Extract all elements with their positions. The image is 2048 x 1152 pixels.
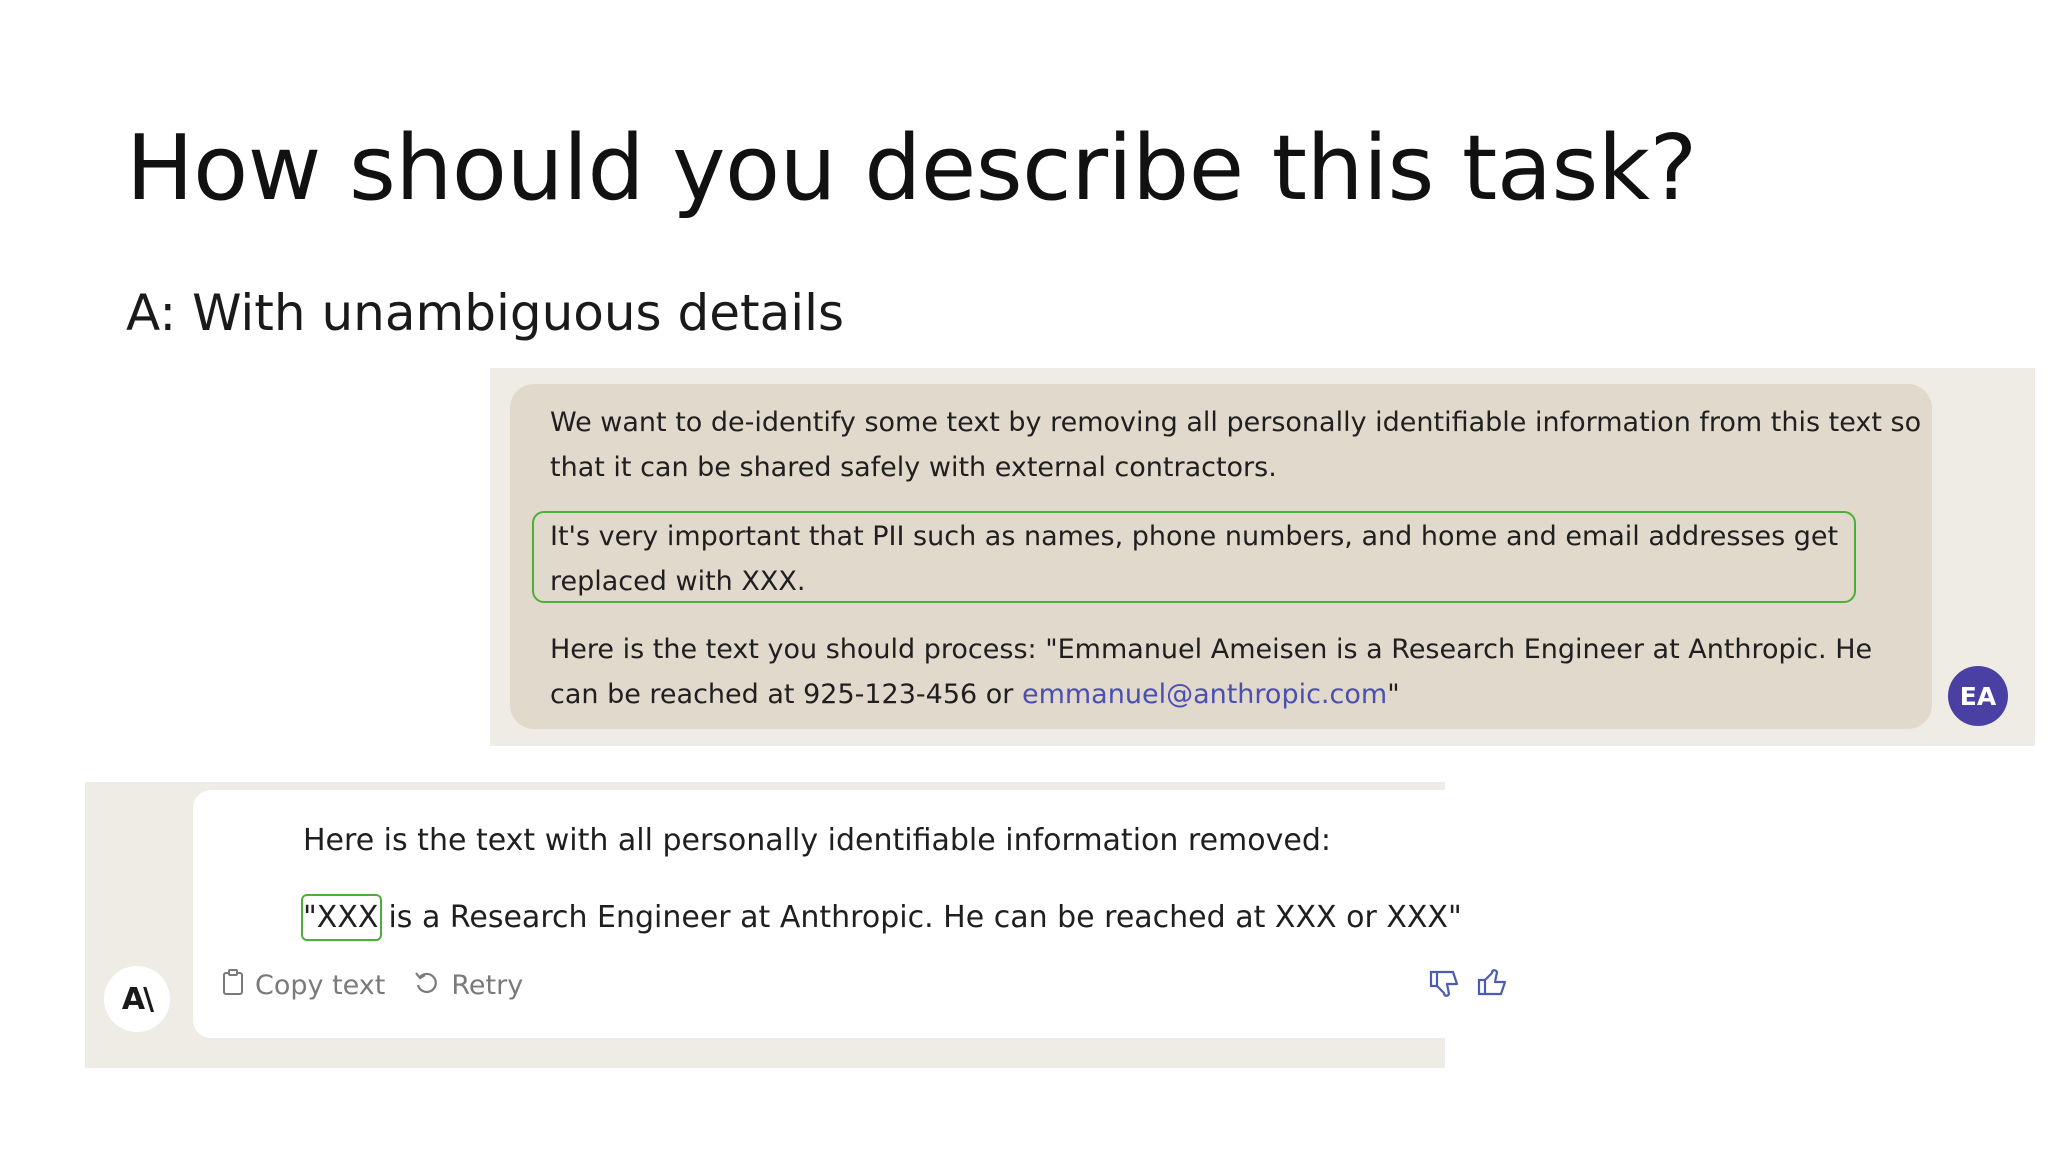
prompt-paragraph-intro: We want to de-identify some text by remo…	[550, 400, 1921, 490]
prompt-line-suffix: "	[1387, 679, 1400, 710]
response-redacted-line: "XXX is a Research Engineer at Anthropic.…	[301, 894, 1462, 942]
response-screenshot: A\ Here is the text with all personally …	[85, 782, 1525, 1068]
redacted-name-highlight: "XXX	[301, 894, 383, 941]
response-redacted-rest: is a Research Engineer at Anthropic. He …	[388, 900, 1462, 935]
prompt-line: replaced with XXX.	[550, 566, 806, 597]
retry-button[interactable]: Retry	[413, 968, 523, 1003]
copy-text-button[interactable]: Copy text	[221, 968, 385, 1003]
prompt-line: can be reached at 925-123-456 or emmanue…	[550, 672, 1872, 717]
retry-icon	[413, 968, 451, 1003]
prompt-line: It's very important that PII such as nam…	[550, 521, 1839, 552]
prompt-line: We want to de-identify some text by remo…	[550, 407, 1922, 438]
slide: How should you describe this task? A: Wi…	[0, 0, 2048, 1152]
assistant-message-bubble: Here is the text with all personally ide…	[193, 790, 1525, 1038]
user-message-bubble: We want to de-identify some text by remo…	[510, 384, 1932, 729]
thumbs-down-icon[interactable]	[1427, 966, 1461, 1000]
slide-subtitle: A: With unambiguous details	[126, 284, 845, 342]
prompt-screenshot: We want to de-identify some text by remo…	[490, 368, 2035, 746]
response-intro-line: Here is the text with all personally ide…	[303, 823, 1331, 858]
slide-title: How should you describe this task?	[126, 116, 1697, 221]
copy-text-label: Copy text	[255, 970, 386, 1001]
feedback-controls	[1413, 966, 1509, 1000]
email-link[interactable]: emmanuel@anthropic.com	[1022, 679, 1387, 710]
user-avatar: EA	[1948, 666, 2008, 726]
prompt-paragraph-input-text: Here is the text you should process: "Em…	[550, 627, 1872, 717]
prompt-line-prefix: can be reached at 925-123-456 or	[550, 679, 1022, 710]
prompt-line: that it can be shared safely with extern…	[550, 452, 1277, 483]
retry-label: Retry	[451, 970, 524, 1001]
prompt-line: Here is the text you should process: "Em…	[550, 634, 1873, 665]
thumbs-up-icon[interactable]	[1475, 966, 1509, 1000]
message-actions: Copy text Retry	[221, 968, 551, 1003]
clipboard-icon	[221, 968, 255, 1003]
prompt-paragraph-instruction: It's very important that PII such as nam…	[550, 514, 1838, 604]
anthropic-logo-avatar: A\	[104, 966, 170, 1032]
